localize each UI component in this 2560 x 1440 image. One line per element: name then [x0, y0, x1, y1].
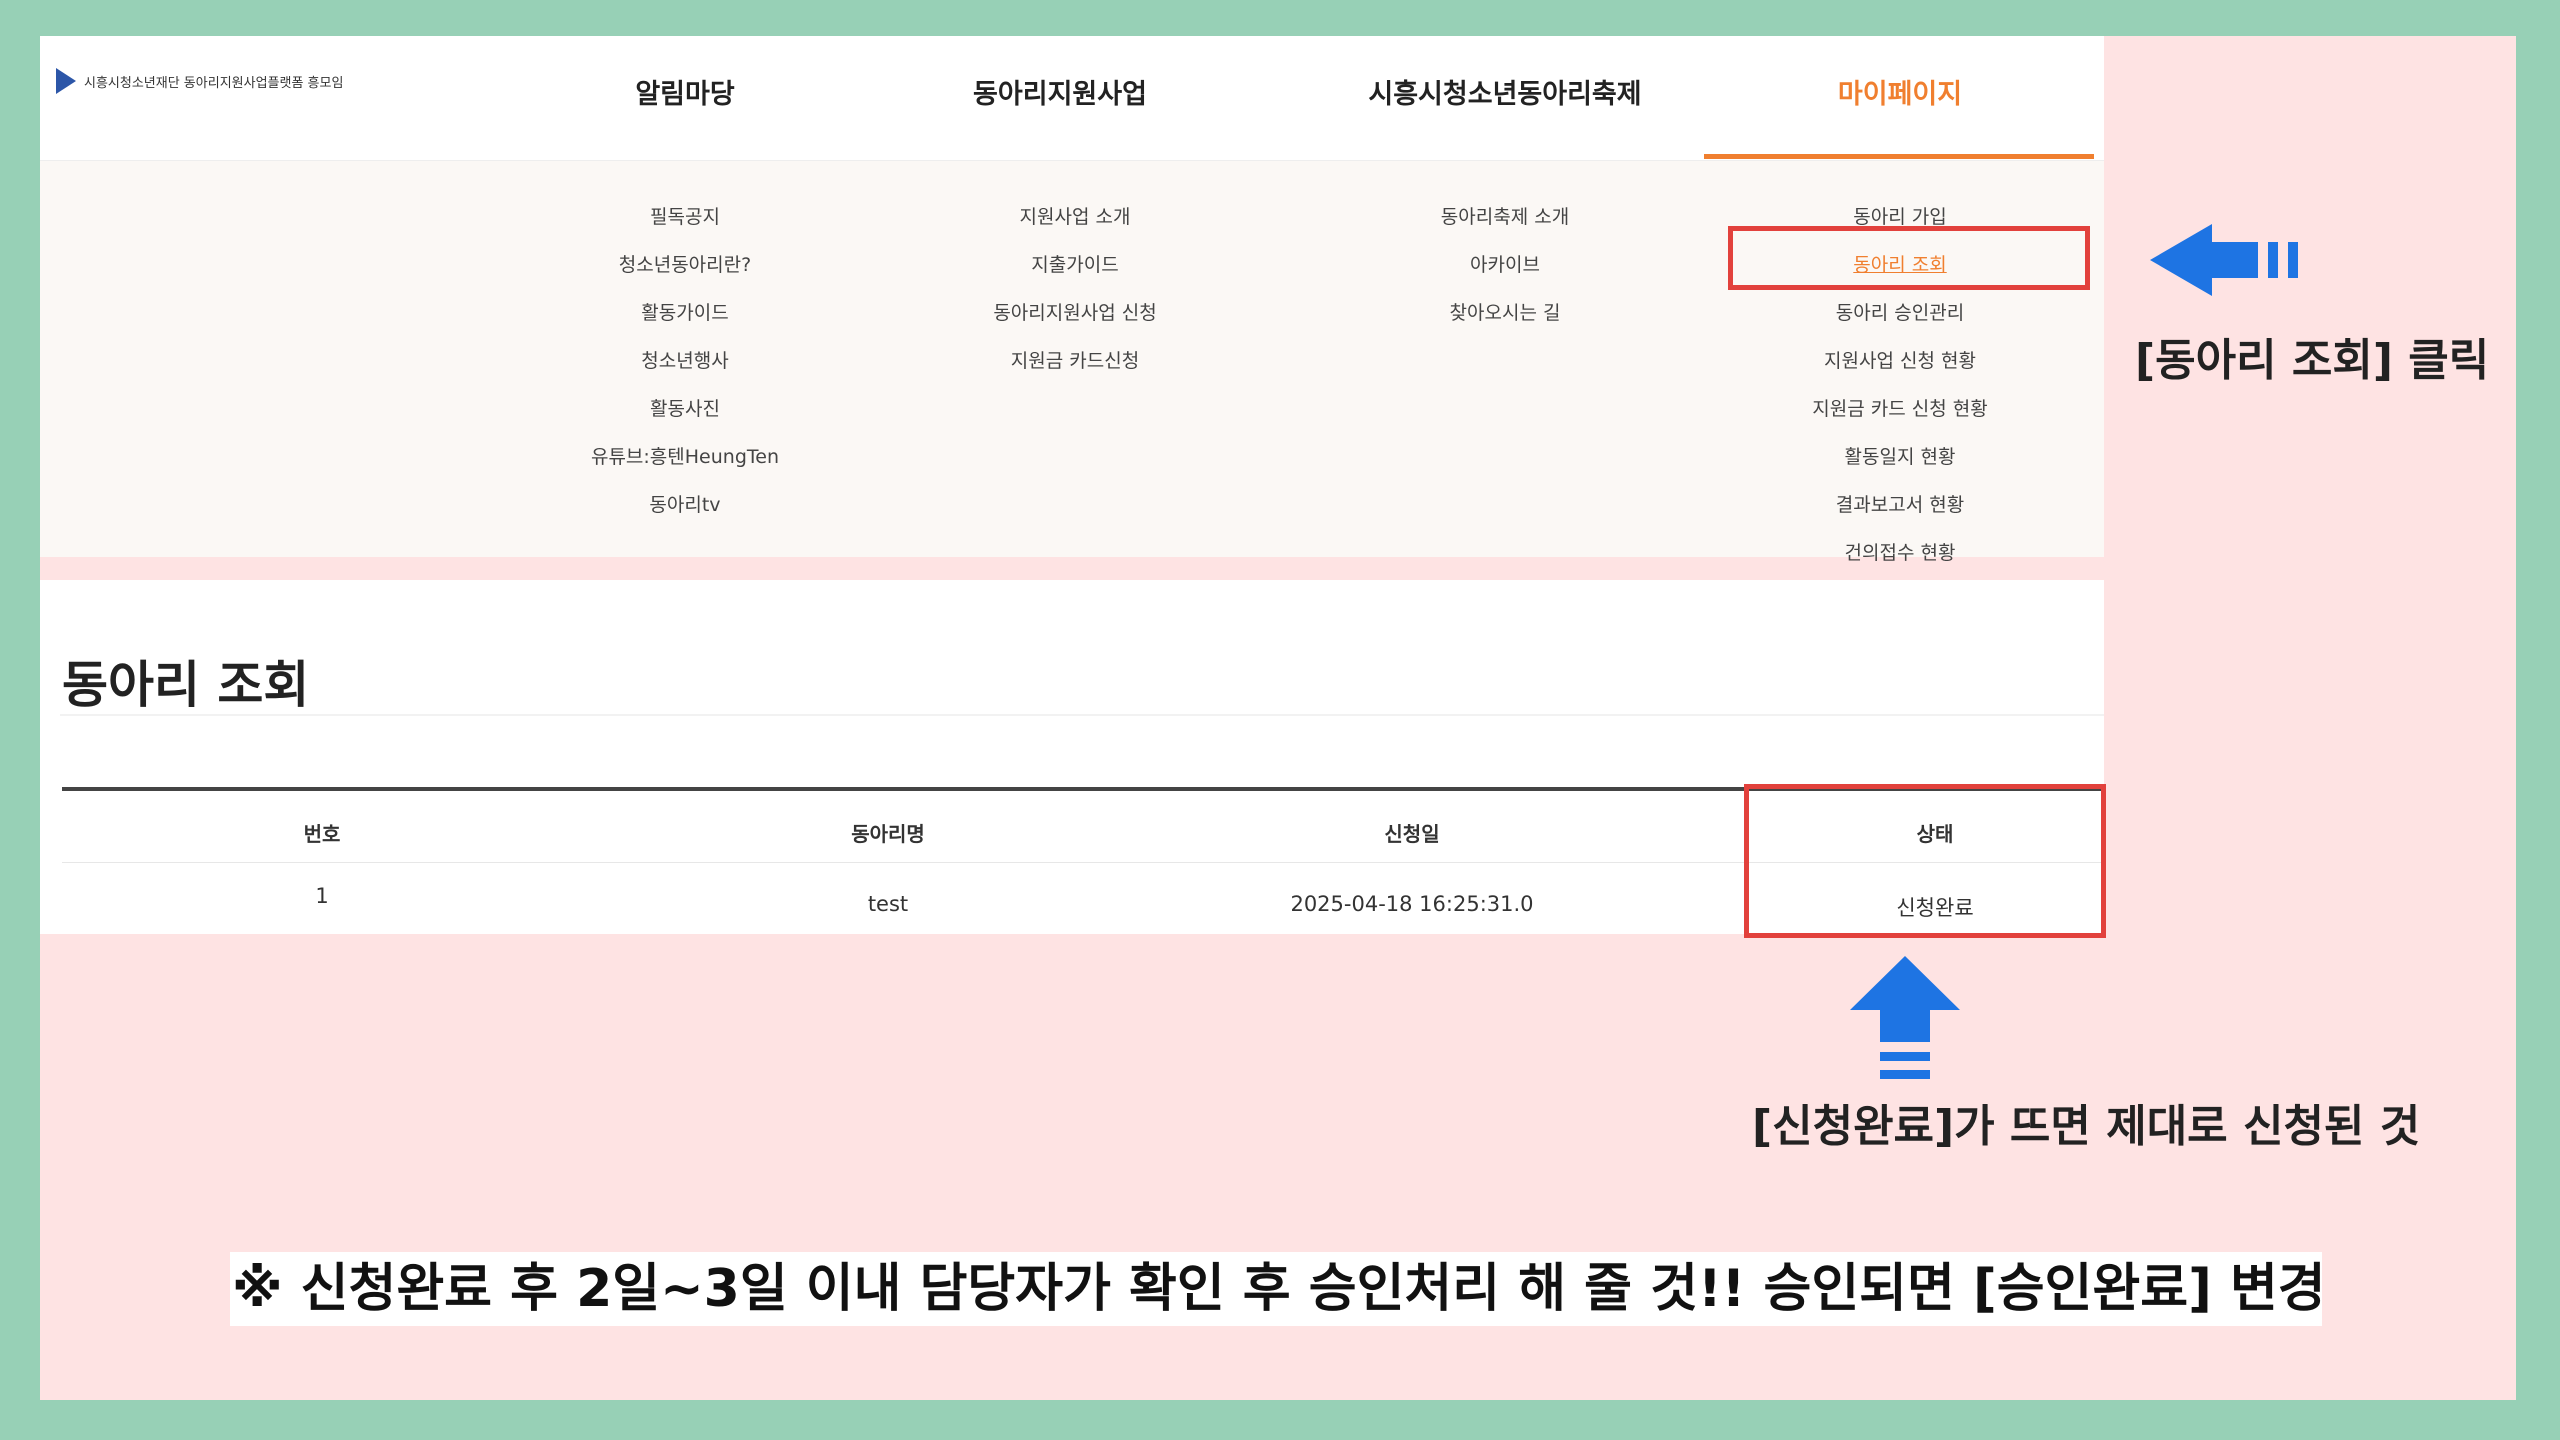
menu-item[interactable]: 활동일지 현황	[1725, 433, 2075, 481]
highlight-box-club-lookup	[1728, 226, 2090, 290]
menu-item[interactable]: 동아리tv	[510, 481, 860, 529]
menu-item[interactable]: 동아리축제 소개	[1330, 193, 1680, 241]
menu-item[interactable]: 동아리지원사업 신청	[900, 289, 1250, 337]
nav-item-club-support[interactable]: 동아리지원사업	[935, 72, 1185, 111]
menu-item[interactable]: 지원금 카드신청	[900, 337, 1250, 385]
page-title: 동아리 조회	[62, 656, 310, 714]
approval-note: ※ 신청완료 후 2일~3일 이내 담당자가 확인 후 승인처리 해 줄 것!!…	[230, 1252, 2322, 1326]
nav-item-mypage[interactable]: 마이페이지	[1750, 72, 2050, 111]
site-header: 시흥시청소년재단 동아리지원사업플랫폼 흥모임 알림마당 동아리지원사업 시흥시…	[40, 36, 2104, 160]
callout-click-club-lookup: [동아리 조회] 클릭	[2135, 335, 2490, 386]
menu-item[interactable]: 지원사업 신청 현황	[1725, 337, 2075, 385]
table-cell-number: 1	[315, 884, 329, 908]
highlight-box-status	[1744, 784, 2106, 938]
menu-column-festival: 동아리축제 소개 아카이브 찾아오시는 길	[1330, 193, 1680, 337]
menu-item-club-approval[interactable]: 동아리 승인관리	[1725, 289, 2075, 337]
table-cell-club-name[interactable]: test	[738, 892, 1038, 916]
site-logo[interactable]: 시흥시청소년재단 동아리지원사업플랫폼 흥모임	[56, 68, 343, 94]
slide: 시흥시청소년재단 동아리지원사업플랫폼 흥모임 알림마당 동아리지원사업 시흥시…	[40, 36, 2516, 1400]
logo-text: 시흥시청소년재단 동아리지원사업플랫폼 흥모임	[84, 75, 344, 91]
menu-item[interactable]: 청소년행사	[510, 337, 860, 385]
menu-item[interactable]: 필독공지	[510, 193, 860, 241]
menu-item[interactable]: 지원금 카드 신청 현황	[1725, 385, 2075, 433]
menu-item[interactable]: 아카이브	[1330, 241, 1680, 289]
menu-item[interactable]: 유튜브:흥텐HeungTen	[510, 433, 860, 481]
arrow-left-icon	[2150, 224, 2298, 296]
table-header-date: 신청일	[1384, 822, 1440, 846]
nav-item-notice[interactable]: 알림마당	[560, 72, 810, 111]
menu-item[interactable]: 활동가이드	[510, 289, 860, 337]
menu-item[interactable]: 활동사진	[510, 385, 860, 433]
menu-item[interactable]: 지원사업 소개	[900, 193, 1250, 241]
divider	[60, 714, 2104, 716]
menu-column-notice: 필독공지 청소년동아리란? 활동가이드 청소년행사 활동사진 유튜브:흥텐Heu…	[510, 193, 860, 529]
menu-item[interactable]: 건의접수 현황	[1725, 529, 2075, 577]
nav-item-festival[interactable]: 시흥시청소년동아리축제	[1310, 72, 1700, 111]
callout-status-complete: [신청완료]가 뜨면 제대로 신청된 것	[1752, 1101, 2421, 1152]
menu-column-club-support: 지원사업 소개 지출가이드 동아리지원사업 신청 지원금 카드신청	[900, 193, 1250, 385]
active-nav-underline	[1704, 154, 2094, 159]
arrow-up-icon	[1850, 956, 1960, 1079]
table-cell-date: 2025-04-18 16:25:31.0	[1290, 892, 1534, 916]
website-screenshot: 시흥시청소년재단 동아리지원사업플랫폼 흥모임 알림마당 동아리지원사업 시흥시…	[40, 36, 2106, 938]
menu-item[interactable]: 청소년동아리란?	[510, 241, 860, 289]
logo-play-icon	[56, 68, 76, 94]
table-header-club-name: 동아리명	[851, 822, 925, 846]
menu-item[interactable]: 결과보고서 현황	[1725, 481, 2075, 529]
menu-item[interactable]: 찾아오시는 길	[1330, 289, 1680, 337]
menu-item[interactable]: 지출가이드	[900, 241, 1250, 289]
table-header-number: 번호	[303, 822, 341, 846]
